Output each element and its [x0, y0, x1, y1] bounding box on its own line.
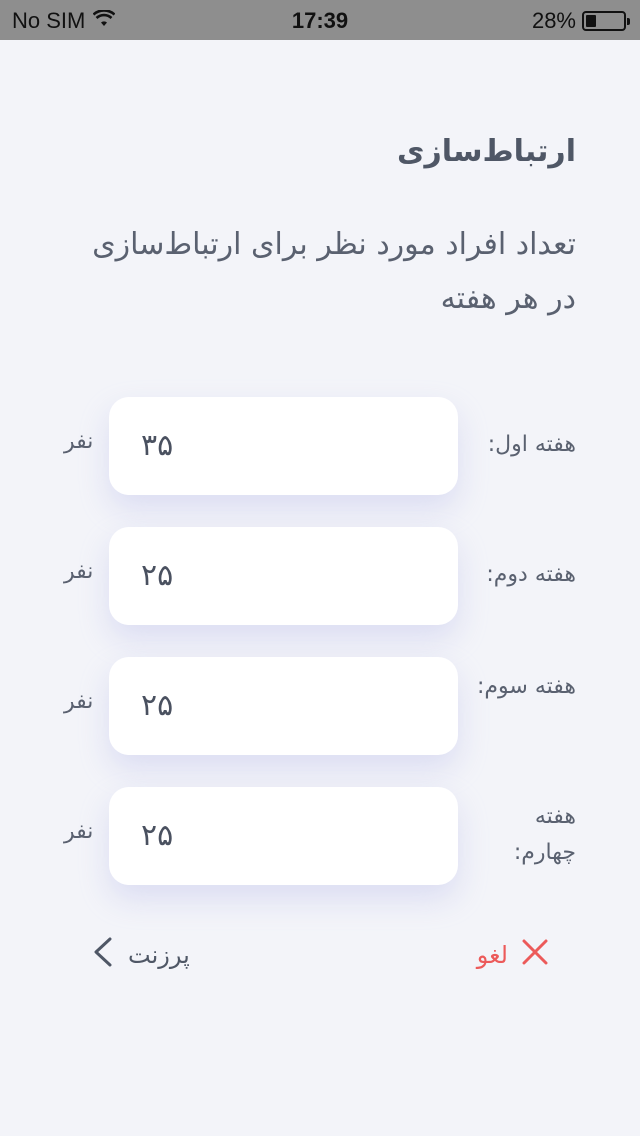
- page-title: ارتباط‌سازی: [396, 134, 576, 169]
- week-2-input[interactable]: ۲۵: [109, 527, 458, 625]
- battery-icon: [582, 11, 630, 31]
- unit-label: نفر: [64, 689, 94, 714]
- week-label: هفته سوم:: [477, 674, 576, 699]
- week-row-2: هفته دوم: ۲۵ نفر: [0, 527, 640, 625]
- close-icon: [522, 939, 548, 971]
- week-label: هفته اول:: [487, 432, 576, 457]
- battery-level: [586, 15, 597, 27]
- cancel-label: لغو: [476, 941, 508, 969]
- page-description: تعداد افراد مورد نظر برای ارتباط‌سازی در…: [92, 227, 576, 316]
- week-row-3: هفته سوم: ۲۵ نفر: [0, 657, 640, 755]
- week-row-1: هفته اول: ۳۵ نفر: [0, 397, 640, 495]
- week-label: هفته چهارم:: [513, 804, 576, 865]
- status-bar: No SIM 17:39 28%: [0, 0, 640, 40]
- battery-percent: 28%: [531, 8, 576, 33]
- week-1-input[interactable]: ۳۵: [109, 397, 458, 495]
- week-4-input[interactable]: ۲۵: [109, 787, 458, 885]
- unit-label: نفر: [64, 819, 94, 844]
- status-right: 28%: [531, 8, 630, 34]
- present-button[interactable]: پرزنت: [92, 932, 190, 978]
- present-label: پرزنت: [128, 941, 190, 969]
- chevron-left-icon: [92, 937, 114, 973]
- week-3-input[interactable]: ۲۵: [109, 657, 458, 755]
- unit-label: نفر: [64, 429, 94, 454]
- unit-label: نفر: [64, 559, 94, 584]
- cancel-button[interactable]: لغو: [477, 932, 548, 978]
- week-label: هفته دوم:: [486, 562, 576, 587]
- week-row-4: هفته چهارم: ۲۵ نفر: [0, 787, 640, 885]
